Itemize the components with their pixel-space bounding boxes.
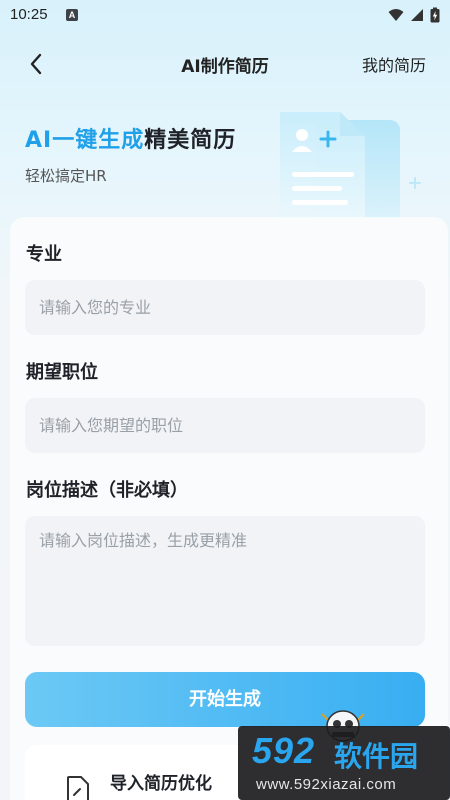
hero-subtitle: 轻松搞定HR xyxy=(25,167,107,185)
description-textarea[interactable] xyxy=(25,516,425,646)
import-resume-label: 导入简历优化 xyxy=(110,774,212,794)
hero-title: AI一键生成精美简历 xyxy=(25,122,236,154)
my-resume-link[interactable]: 我的简历 xyxy=(362,52,426,76)
watermark-overlay: 592 软件园 www.592xiazai.com xyxy=(238,726,450,800)
status-bar: 10:25 A xyxy=(0,0,450,32)
status-time: 10:25 xyxy=(10,6,48,23)
document-edit-icon xyxy=(67,776,89,800)
position-input[interactable] xyxy=(25,398,425,453)
hero-title-rest: 精美简历 xyxy=(144,128,237,153)
watermark-text: 软件园 xyxy=(334,740,419,773)
status-icons xyxy=(388,7,440,23)
signal-icon xyxy=(411,9,423,21)
nav-bar: AI制作简历 我的简历 xyxy=(0,40,450,88)
major-label: 专业 xyxy=(26,244,62,265)
major-input[interactable] xyxy=(25,280,425,335)
description-label: 岗位描述（非必填） xyxy=(26,480,188,501)
wifi-icon xyxy=(388,9,404,21)
notification-badge: A xyxy=(66,9,78,21)
battery-charging-icon xyxy=(430,7,440,23)
watermark-url: www.592xiazai.com xyxy=(256,776,397,793)
hero-title-accent: AI一键生成 xyxy=(25,128,145,153)
position-label: 期望职位 xyxy=(26,362,98,383)
watermark-number: 592 xyxy=(252,730,316,771)
